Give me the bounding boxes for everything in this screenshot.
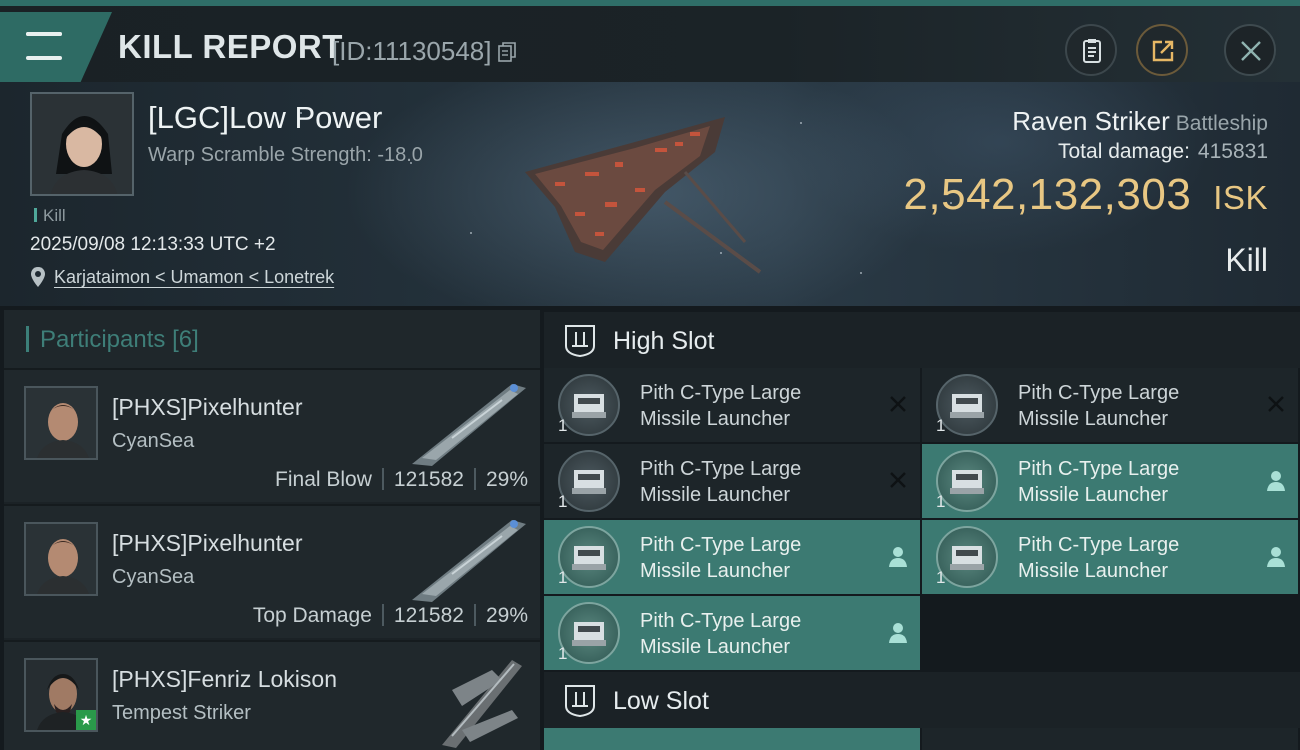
module-slot[interactable]: 1 Pith C-Type Large Missile Launcher [922,520,1298,594]
participant-corp: CyanSea [112,566,195,588]
victim-ship: Raven Striker Battleship [1012,106,1268,136]
module-qty: 1 [936,492,946,511]
participant-corp: CyanSea [112,430,195,452]
module-slot[interactable]: 1 Pith C-Type Large Missile Launcher [544,444,920,518]
person-icon [1267,471,1285,491]
victim-portrait[interactable] [30,92,134,196]
destroyed-x-icon [1268,396,1284,412]
low-slot-header: Low Slot [544,672,1300,728]
star-badge-icon: ★ [76,710,96,730]
module-slot[interactable] [922,728,1298,750]
module-name: Pith C-Type Large Missile Launcher [1018,382,1180,430]
high-slot-label: High Slot [613,327,715,355]
page-title: KILL REPORT [118,28,343,65]
participant-ship-image [442,660,522,748]
person-icon [889,623,907,643]
share-button[interactable] [1136,24,1188,76]
participant-stats: Top Damage 121582 29% [252,604,528,627]
low-slot-label: Low Slot [613,687,709,715]
close-button[interactable] [1224,24,1276,76]
module-slot[interactable]: 1 Pith C-Type Large Missile Launcher [544,520,920,594]
module-name: Pith C-Type Large Missile Launcher [1018,534,1180,582]
victim-ship-image [525,117,762,274]
location-pin-icon [31,267,45,287]
victim-panel: [LGC]Low Power Warp Scramble Strength: -… [0,82,1300,306]
module-slot[interactable]: 1 Pith C-Type Large Missile Launcher [922,368,1298,442]
module-name: Pith C-Type Large Missile Launcher [640,534,802,582]
module-slot[interactable]: 1 Pith C-Type Large Missile Launcher [922,444,1298,518]
avatar[interactable] [24,386,98,460]
participant-ship-image [412,384,526,466]
header-bar: KILL REPORT [ID:11130548] [0,6,1300,82]
menu-icon [26,32,62,62]
module-slot[interactable]: 1 Pith C-Type Large Missile Launcher [544,368,920,442]
high-slot-header: High Slot [544,312,1300,368]
module-qty: 1 [936,416,946,435]
clipboard-icon [1083,39,1101,63]
victim-name[interactable]: [LGC]Low Power [148,100,382,136]
total-damage: Total damage: 415831 [1058,140,1268,163]
module-qty: 1 [558,416,568,435]
participant-ship-image [412,520,526,602]
participants-panel: Participants [6] [PHXS]Pixelhunter CyanS… [4,310,540,750]
slot-icon [565,325,595,358]
module-slot[interactable] [544,728,920,750]
module-name: Pith C-Type Large Missile Launcher [640,382,802,430]
warp-scramble-strength: Warp Scramble Strength: -18.0 [148,144,423,166]
module-name: Pith C-Type Large Missile Launcher [1018,458,1180,506]
copy-icon[interactable] [498,42,516,62]
location-link[interactable]: Karjataimon < Umamon < Lonetrek [54,267,334,288]
participant-row[interactable]: [PHXS]Pixelhunter CyanSea Final Blow 1215… [4,368,540,502]
module-name: Pith C-Type Large Missile Launcher [640,610,802,658]
module-qty: 1 [936,568,946,587]
participant-stats: Final Blow 121582 29% [275,468,528,491]
menu-button[interactable] [0,12,112,82]
clipboard-button[interactable] [1065,24,1117,76]
destroyed-x-icon [890,396,906,412]
kill-datetime: 2025/09/08 12:13:33 UTC +2 [30,234,276,255]
participants-header: Participants [6] [4,310,540,368]
module-qty: 1 [558,492,568,511]
avatar[interactable]: ★ [24,658,98,732]
destroyed-x-icon [890,472,906,488]
module-name: Pith C-Type Large Missile Launcher [640,458,802,506]
kill-tag: Kill [34,206,66,226]
module-qty: 1 [558,568,568,587]
participant-corp: Tempest Striker [112,702,251,724]
module-qty: 1 [558,644,568,663]
participant-row[interactable]: [PHXS]Pixelhunter CyanSea Top Damage 1215… [4,504,540,638]
participant-name[interactable]: [PHXS]Pixelhunter [112,394,302,421]
participant-row[interactable]: ★ [PHXS]Fenriz Lokison Tempest Striker [4,640,540,750]
slot-icon [565,685,595,718]
participant-name[interactable]: [PHXS]Pixelhunter [112,530,302,557]
result-label: Kill [1225,242,1268,278]
person-icon [889,547,907,567]
module-slot[interactable]: 1 Pith C-Type Large Missile Launcher [544,596,920,670]
close-icon [1241,41,1261,61]
share-icon [1152,40,1174,62]
participant-name[interactable]: [PHXS]Fenriz Lokison [112,666,337,693]
report-id: [ID:11130548] [332,36,492,66]
person-icon [1267,547,1285,567]
avatar[interactable] [24,522,98,596]
isk-value: 2,542,132,303 ISK [903,170,1268,219]
